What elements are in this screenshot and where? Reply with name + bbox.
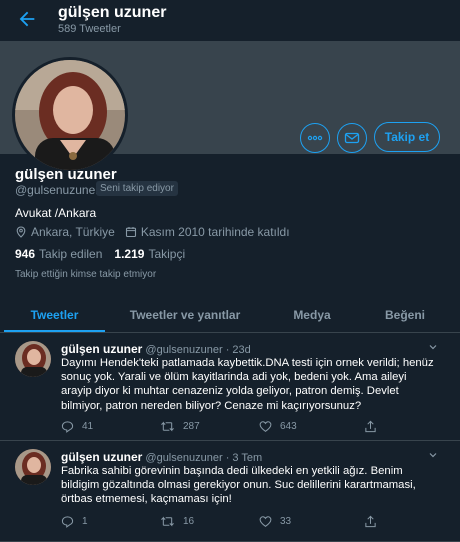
profile-bio: Avukat /Ankara	[15, 206, 97, 220]
retweet-icon	[161, 421, 174, 432]
chevron-down-icon[interactable]	[428, 450, 438, 463]
header-tweet-count: 589 Tweetler	[58, 23, 121, 35]
profile-meta: Ankara, Türkiye Kasım 2010 tarihinde kat…	[15, 225, 290, 239]
tab-tweets-and-replies[interactable]: Tweetler ve yanıtlar	[115, 297, 255, 333]
tweet-actions: 41 287 643	[61, 420, 391, 436]
following-count[interactable]: 946	[15, 247, 35, 261]
tweet-handle[interactable]: @gulsenuzuner	[145, 344, 222, 356]
top-bar: gülşen uzuner 589 Tweetler	[0, 0, 460, 42]
tweet-time[interactable]: 3 Tem	[232, 452, 262, 464]
followed-by-note: Takip ettiğin kimse takip etmiyor	[15, 269, 157, 280]
more-icon	[307, 135, 323, 141]
tweet-header: gülşen uzuner @gulsenuzuner · 23d	[61, 342, 251, 356]
retweet-button[interactable]: 287	[160, 420, 200, 433]
reply-count: 1	[82, 516, 88, 527]
profile-location: Ankara, Türkiye	[31, 225, 115, 239]
message-button[interactable]	[337, 123, 367, 153]
profile-handle: @gulsenuzuner	[15, 183, 100, 197]
like-button[interactable]: 33	[259, 515, 291, 528]
followers-count[interactable]: 1.219	[114, 247, 144, 261]
share-icon	[365, 420, 376, 433]
share-button[interactable]	[364, 420, 385, 433]
tweet-text: Fabrika sahibi görevinin başında dedi ül…	[61, 465, 416, 506]
like-button[interactable]: 643	[259, 420, 297, 433]
reply-button[interactable]: 41	[61, 420, 93, 433]
follows-you-badge: Seni takip ediyor	[96, 181, 178, 196]
retweet-count: 16	[183, 516, 195, 527]
retweet-button[interactable]: 16	[160, 515, 194, 528]
reply-button[interactable]: 1	[61, 515, 88, 528]
profile-tabs: Tweetler Tweetler ve yanıtlar Medya Beğe…	[0, 297, 460, 333]
tweet-separator: ·	[225, 452, 230, 464]
heart-icon	[259, 421, 272, 432]
tweet-avatar[interactable]	[15, 449, 51, 485]
tweet-author[interactable]: gülşen uzuner	[61, 342, 142, 356]
tweet-header: gülşen uzuner @gulsenuzuner · 3 Tem	[61, 450, 262, 464]
follow-button[interactable]: Takip et	[374, 122, 440, 152]
reply-count: 41	[82, 421, 94, 432]
tweet-handle[interactable]: @gulsenuzuner	[145, 452, 222, 464]
tweet[interactable]: gülşen uzuner @gulsenuzuner · 3 Tem Fabr…	[0, 441, 460, 542]
chevron-down-icon[interactable]	[428, 342, 438, 355]
tweet-avatar[interactable]	[15, 341, 51, 377]
tweet-author[interactable]: gülşen uzuner	[61, 450, 142, 464]
share-button[interactable]	[364, 515, 385, 528]
share-icon	[365, 515, 376, 528]
arrow-left-icon[interactable]	[16, 8, 38, 30]
tab-media[interactable]: Medya	[270, 297, 354, 333]
more-button[interactable]	[300, 123, 330, 153]
reply-icon	[61, 421, 74, 433]
tweet-time[interactable]: 23d	[232, 344, 250, 356]
reply-icon	[61, 516, 74, 528]
like-count: 33	[280, 516, 292, 527]
tweet-actions: 1 16 33	[61, 515, 391, 531]
mail-icon	[344, 132, 360, 144]
calendar-icon	[125, 227, 136, 238]
tweet-text: Dayımı Hendek'teki patlamada kaybettik.D…	[61, 357, 434, 412]
tweet-separator: ·	[225, 344, 230, 356]
retweet-icon	[161, 516, 174, 527]
following-label[interactable]: Takip edilen	[39, 247, 102, 261]
tab-tweets[interactable]: Tweetler	[4, 297, 105, 333]
profile-avatar[interactable]	[12, 57, 128, 173]
like-count: 643	[280, 421, 297, 432]
profile-joined: Kasım 2010 tarihinde katıldı	[140, 225, 290, 239]
followers-label[interactable]: Takipçi	[148, 247, 185, 261]
active-tab-indicator	[4, 330, 105, 332]
tab-likes[interactable]: Beğeni	[370, 297, 440, 333]
header-name: gülşen uzuner	[58, 4, 167, 21]
location-icon	[16, 226, 26, 238]
follow-counts: 946 Takip edilen 1.219 Takipçi	[15, 247, 185, 261]
heart-icon	[259, 516, 272, 527]
tweet[interactable]: gülşen uzuner @gulsenuzuner · 23d Dayımı…	[0, 333, 460, 441]
retweet-count: 287	[183, 421, 200, 432]
